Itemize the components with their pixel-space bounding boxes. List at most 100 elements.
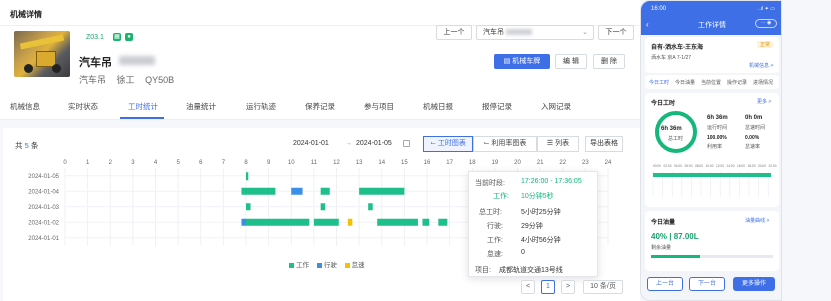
x-tick-label: 6 (199, 160, 203, 166)
x-tick-label: 23 (582, 160, 589, 166)
active-tab-indicator (120, 117, 164, 119)
x-tick-label: 21 (537, 160, 544, 166)
machine-selector[interactable]: 汽车吊 ⌄ (476, 25, 594, 40)
x-tick-label: 0 (63, 160, 67, 166)
mobile-status-badge: 正常 (757, 41, 774, 48)
mobile-header: 16:00 ..ıl ✦ ▭ ‹ 工作详情 ··· ◉ (641, 1, 781, 35)
edit-button[interactable]: 编 辑 (555, 54, 587, 69)
mobile-machine-info-link[interactable]: 机械信息 > (749, 62, 773, 69)
mobile-axis-label: 08:00 (695, 164, 703, 168)
mobile-tab-bar: 今日工时 今日油量 当前位置 操作记录 进场情况 (645, 75, 779, 89)
export-button[interactable]: 导出表格 (585, 136, 623, 152)
timeline-segment (368, 203, 373, 211)
x-tick-label: 2 (109, 160, 113, 166)
x-tick-label: 9 (267, 160, 271, 166)
view-hours-chart-button[interactable]: ⌙ 工时图表 (423, 136, 473, 152)
mobile-preview: 16:00 ..ıl ✦ ▭ ‹ 工作详情 ··· ◉ 自有-洒水车-王东海 正… (640, 0, 782, 301)
date-from[interactable]: 2024-01-01 (293, 136, 329, 151)
next-machine-button[interactable]: 下一个 (598, 25, 634, 40)
tooltip-work-value: 10分钟5秒 (521, 193, 554, 200)
mobile-route: 自有-洒水车-王东海 (651, 45, 703, 51)
tooltip-idle-label: 怠速: (487, 251, 503, 258)
legend-swatch-work (289, 262, 294, 268)
timeline-segment (291, 187, 303, 195)
mobile-idle-pct-label: 怠速率 (745, 144, 761, 150)
pager-prev-button[interactable]: < (521, 280, 535, 294)
pager-page-1[interactable]: 1 (541, 280, 555, 294)
mobile-work-label: 运行时间 (707, 125, 728, 131)
work-hours-panel: 共 5 条 2024-01-01 → 2024-01-05 ⌙ 工时图表 ⌙ 利… (3, 128, 640, 301)
machine-plate-button[interactable]: ▤ 机械车牌 (494, 54, 550, 69)
prev-machine-button[interactable]: 上一个 (436, 25, 472, 40)
page-title: 机械详情 (10, 10, 42, 19)
tab-network[interactable]: 入网记录 (541, 101, 571, 112)
x-tick-label: 7 (222, 160, 226, 166)
legend-swatch-idle (344, 262, 350, 268)
legend-swatch-drive (316, 262, 322, 268)
delete-button[interactable]: 删 除 (593, 54, 625, 69)
tooltip-idle-value: 0 (521, 249, 525, 256)
hours-ring (655, 111, 697, 153)
machine-brand: 徐工 (116, 75, 135, 85)
mobile-prev-button[interactable]: 上一台 (647, 277, 683, 291)
page-size-select[interactable]: 10 条/页 (583, 280, 623, 294)
tooltip-work2-value: 4小时56分钟 (521, 237, 561, 244)
mobile-machine-sub: 洒水车 京A 7-1/27 (651, 55, 692, 61)
tab-machine-info[interactable]: 机械信息 (10, 101, 40, 112)
tab-daily-report[interactable]: 机械日报 (423, 101, 453, 112)
pager-next-button[interactable]: > (561, 280, 575, 294)
mobile-idle-pct: 0.00% (745, 135, 760, 141)
mobile-next-button[interactable]: 下一台 (689, 277, 725, 291)
tab-work-hours[interactable]: 工时统计 (128, 101, 158, 112)
mobile-axis-label: 12:00 (716, 164, 724, 168)
mobile-hours-title: 今日工时 (651, 101, 676, 107)
tooltip-drive-value: 29分钟 (521, 223, 543, 230)
timeline-segment (241, 218, 246, 226)
mobile-axis-label: 06:00 (685, 164, 693, 168)
tab-realtime[interactable]: 实时状态 (68, 101, 98, 112)
view-list-button[interactable]: ☰ 列表 (537, 136, 579, 152)
mobile-tab-hours[interactable]: 今日工时 (649, 79, 669, 86)
menu-capsule-icon[interactable]: ··· ◉ (755, 19, 777, 28)
timeline-segment (320, 187, 330, 195)
tab-maintenance[interactable]: 保养记录 (305, 101, 335, 112)
tab-track[interactable]: 运行轨迹 (246, 101, 276, 112)
timeline-segment (241, 187, 276, 195)
legend-idle: 怠速 (351, 262, 365, 269)
date-to[interactable]: 2024-01-05 (356, 136, 392, 151)
mobile-tab-ops[interactable]: 操作记录 (727, 79, 747, 86)
mobile-machine-card: 自有-洒水车-王东海 正常 洒水车 京A 7-1/27 机械信息 > (645, 37, 779, 73)
mobile-more-link[interactable]: 更多 > (757, 98, 771, 105)
y-tick-label: 2024-01-02 (28, 220, 59, 226)
tab-suspension[interactable]: 报停记录 (482, 101, 512, 112)
mobile-util-pct: 100.00% (707, 135, 727, 141)
tooltip-work2-label: 工作: (487, 237, 503, 244)
tooltip-project-value: 成都轨道交通13号线 (499, 267, 563, 274)
tooltip-total-label: 总工时: (479, 209, 502, 216)
tab-bar: 机械信息 实时状态 工时统计 油量统计 运行轨迹 保养记录 参与项目 机械日报 … (0, 92, 640, 120)
x-tick-label: 19 (492, 160, 499, 166)
x-tick-label: 14 (378, 160, 385, 166)
x-tick-label: 17 (446, 160, 453, 166)
timeline-segment (347, 218, 353, 226)
tab-projects[interactable]: 参与项目 (364, 101, 394, 112)
mobile-util-label: 利用率 (707, 144, 723, 150)
mobile-more-ops-button[interactable]: 更多操作 (733, 277, 775, 291)
location-icon[interactable]: ● (125, 33, 133, 41)
chevron-down-icon: ⌄ (582, 29, 588, 36)
tooltip-work-label: 工作: (493, 193, 509, 200)
timeline-segment (246, 203, 251, 211)
legend-work: 工作 (296, 262, 309, 269)
mobile-axis-label: 22:00 (769, 164, 777, 168)
date-range-picker[interactable]: 2024-01-01 → 2024-01-05 (289, 136, 415, 151)
mobile-tab-entry[interactable]: 进场情况 (753, 79, 773, 86)
x-tick-label: 20 (514, 160, 521, 166)
legend-drive: 行驶 (323, 262, 337, 269)
mobile-fuel-link[interactable]: 油量曲线 > (745, 217, 769, 224)
mobile-hours-chart: 00:00 02:00 04:00 06:00 08:00 10:00 12:00 14:00… (652, 164, 777, 197)
mobile-tab-fuel[interactable]: 今日油量 (675, 79, 695, 86)
tab-fuel[interactable]: 油量统计 (186, 101, 216, 112)
mobile-tab-location[interactable]: 当前位置 (701, 79, 721, 86)
qr-icon[interactable]: ▦ (113, 33, 121, 41)
view-utilization-button[interactable]: ⌙ 利用率图表 (473, 136, 537, 152)
